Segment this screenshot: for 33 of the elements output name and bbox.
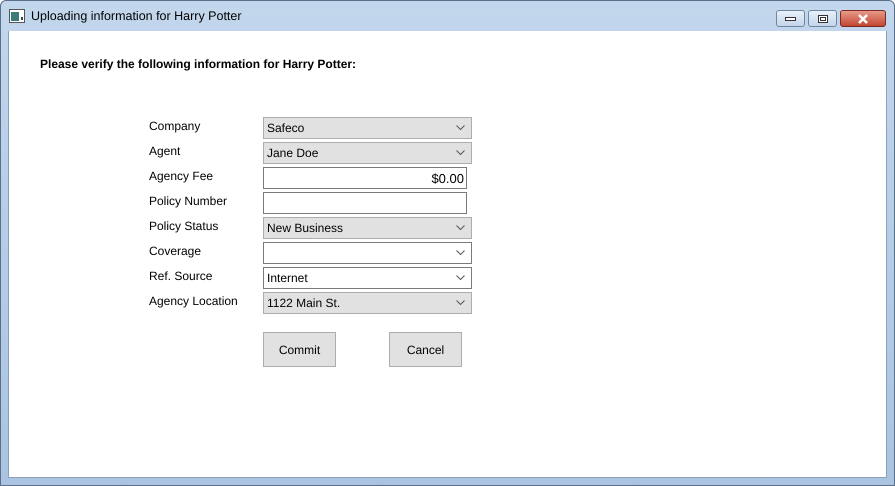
dropdown[interactable]: Safeco	[263, 117, 472, 139]
minimize-icon	[785, 16, 796, 20]
chevron-down-icon	[456, 300, 465, 306]
dialog-button[interactable]: Commit	[263, 332, 336, 367]
chevron-down-icon	[456, 275, 465, 281]
chevron-down-icon	[456, 150, 465, 156]
dropdown[interactable]: 1122 Main St.	[263, 292, 472, 314]
minimize-button[interactable]	[776, 10, 805, 27]
dropdown[interactable]	[263, 242, 472, 264]
field-label: Agent	[149, 143, 182, 158]
dialog-button[interactable]: Cancel	[389, 332, 462, 367]
chevron-down-icon	[456, 225, 465, 231]
window-icon	[9, 9, 25, 23]
chevron-down-icon	[456, 125, 465, 131]
field-label: Coverage	[149, 243, 202, 258]
field-label: Policy Status	[149, 218, 220, 233]
field-label: Agency Location	[149, 293, 239, 308]
window-title: Uploading information for Harry Potter	[31, 9, 243, 23]
close-button[interactable]	[840, 10, 886, 27]
instruction-heading: Please verify the following information for Harry Potter:	[39, 56, 358, 71]
dropdown[interactable]: New Business	[263, 217, 472, 239]
close-icon	[857, 14, 869, 24]
field-label: Ref. Source	[149, 268, 214, 283]
maximize-button[interactable]	[808, 10, 837, 27]
amount-field[interactable]: $0.00	[263, 167, 467, 189]
dropdown[interactable]: Jane Doe	[263, 142, 472, 164]
field-label: Policy Number	[149, 193, 228, 208]
dropdown[interactable]: Internet	[263, 267, 472, 289]
maximize-icon	[818, 14, 828, 22]
input-field[interactable]	[263, 192, 467, 214]
field-label: Agency Fee	[149, 168, 214, 183]
field-label: Company	[149, 118, 202, 133]
chevron-down-icon	[456, 250, 465, 256]
